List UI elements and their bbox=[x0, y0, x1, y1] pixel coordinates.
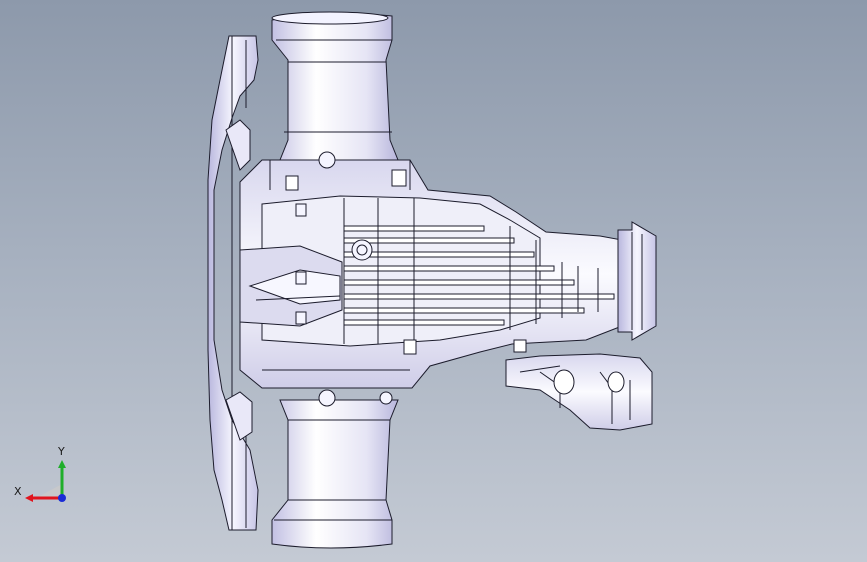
triad-y-label: Y bbox=[57, 445, 65, 458]
coordinate-triad: X Y bbox=[14, 445, 66, 502]
triad-xz-plane bbox=[36, 484, 62, 498]
triad-x-arrow bbox=[25, 494, 33, 502]
graphics-viewport[interactable]: X Y bbox=[0, 0, 867, 562]
output-flange bbox=[617, 221, 657, 341]
housing-body bbox=[207, 11, 657, 549]
upper-axle-tube bbox=[271, 13, 399, 161]
triad-y-arrow bbox=[58, 460, 66, 468]
triad-x-label: X bbox=[14, 485, 22, 498]
triad-z-axis bbox=[58, 494, 66, 502]
lower-axle-tube bbox=[271, 399, 399, 549]
cad-model-differential-housing[interactable] bbox=[0, 0, 867, 562]
